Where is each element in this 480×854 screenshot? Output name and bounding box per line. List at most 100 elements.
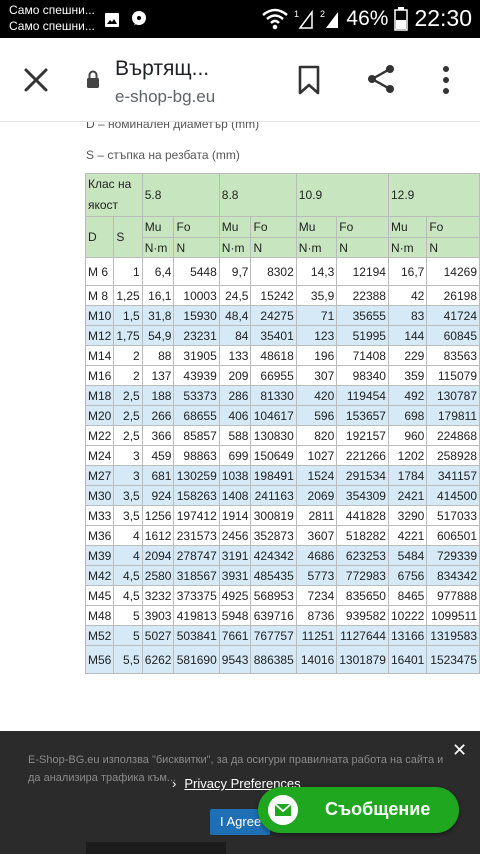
cell-pitch: 4,5: [113, 565, 143, 586]
cell-mu: 1408: [218, 485, 252, 506]
cell-fo: 231573: [173, 525, 220, 546]
cell-mu: 3290: [387, 505, 428, 526]
cell-mu: 6756: [387, 565, 428, 586]
cell-mu: 16401: [387, 645, 428, 674]
more-options-icon[interactable]: [436, 65, 456, 95]
cell-diameter: M24: [84, 445, 115, 466]
cell-mu: 209: [218, 365, 252, 386]
table-row: M48 5 3903 419813 5948 639716 8736 939582 10222 1…: [84, 605, 480, 626]
cell-fo: 606501: [426, 525, 480, 546]
page-title[interactable]: Въртящ...: [115, 57, 209, 81]
cell-fo: 43939: [173, 365, 220, 386]
cell-fo: 15242: [250, 285, 297, 306]
cell-diameter: M20: [84, 405, 115, 426]
svg-text:1: 1: [294, 9, 299, 19]
cell-diameter: M14: [84, 345, 115, 366]
table-header-row: Клас на якост 5.8 8.8 10.9 12.9: [85, 173, 480, 217]
cell-fo: 81330: [250, 385, 297, 406]
cell-mu: 2580: [141, 565, 175, 586]
cell-mu: 88: [141, 345, 175, 366]
cell-fo: 221266: [336, 445, 389, 466]
unit-mu-header: N·m: [218, 237, 252, 258]
cell-mu: 54,9: [141, 325, 175, 346]
unit-fo-header: N: [173, 237, 220, 258]
cell-mu: 7661: [218, 625, 252, 646]
close-icon[interactable]: ✕: [452, 741, 467, 759]
bookmark-icon[interactable]: [296, 65, 322, 95]
cell-fo: 623253: [336, 545, 389, 566]
cell-pitch: 4: [113, 525, 143, 546]
cell-fo: 26198: [426, 285, 480, 306]
cell-mu: 2456: [218, 525, 252, 546]
cell-fo: 639716: [250, 605, 297, 626]
cell-pitch: 1,25: [113, 285, 143, 306]
signal-sim1-icon: 1: [294, 9, 314, 29]
share-icon[interactable]: [366, 64, 396, 94]
table-row: M52 5 5027 503841 7661 767757 11251 1127644 1316…: [84, 625, 480, 646]
cell-diameter: M39: [84, 545, 115, 566]
table-row: M33 3,5 1256 197412 1914 300819 2811 441828 3290…: [84, 505, 480, 526]
cell-fo: 31905: [173, 345, 220, 366]
cell-fo: 60845: [426, 325, 480, 346]
cell-fo: 977888: [426, 585, 480, 606]
table-row: M27 3 681 130259 1038 198491 1524 291534 1784 341…: [84, 465, 480, 486]
cell-mu: 133: [218, 345, 252, 366]
cell-mu: 16,1: [141, 285, 175, 306]
cell-fo: 41724: [426, 305, 480, 326]
svg-text:2: 2: [320, 9, 325, 19]
cell-mu: 3607: [295, 525, 338, 546]
cell-fo: 318567: [173, 565, 220, 586]
cell-fo: 886385: [250, 645, 297, 674]
cell-fo: 291534: [336, 465, 389, 486]
notification-texts: Само спешни... Само спешни...: [9, 2, 95, 34]
cell-pitch: 1: [113, 257, 143, 286]
cell-mu: 1202: [387, 445, 428, 466]
cell-mu: 11251: [295, 625, 338, 646]
cell-fo: 503841: [173, 625, 220, 646]
col-fo-header: Fo: [173, 216, 220, 238]
cell-fo: 15930: [173, 305, 220, 326]
cell-mu: 229: [387, 345, 428, 366]
cell-pitch: 4: [113, 545, 143, 566]
cell-diameter: M16: [84, 365, 115, 386]
cell-fo: 10003: [173, 285, 220, 306]
class-header-cell: 10.9: [295, 173, 389, 217]
message-button[interactable]: Съобщение: [258, 787, 459, 833]
cell-fo: 35401: [250, 325, 297, 346]
unit-mu-header: N·m: [141, 237, 175, 258]
class-header-cell: 12.9: [387, 173, 480, 217]
clock: 22:30: [414, 5, 472, 31]
close-icon[interactable]: [20, 64, 52, 96]
cell-mu: 1027: [295, 445, 338, 466]
col-fo-header: Fo: [250, 216, 297, 238]
table-row: M 8 1,25 16,1 10003 24,5 15242 35,9 22388 42 2619…: [84, 285, 480, 306]
cell-mu: 596: [295, 405, 338, 426]
cell-mu: 1038: [218, 465, 252, 486]
cell-fo: 24275: [250, 305, 297, 326]
col-mu-header: Mu: [387, 216, 428, 238]
cell-mu: 3931: [218, 565, 252, 586]
cell-mu: 681: [141, 465, 175, 486]
cell-diameter: M33: [84, 505, 115, 526]
cell-mu: 188: [141, 385, 175, 406]
cell-mu: 698: [387, 405, 428, 426]
table-row: M14 2 88 31905 133 48618 196 71408 229 83563: [84, 345, 480, 366]
table-row: M39 4 2094 278747 3191 424342 4686 623253 5484 72…: [84, 545, 480, 566]
table-row: M18 2,5 188 53373 286 81330 420 119454 492 130787: [84, 385, 480, 406]
table-header-row: N·m N N·m N N·m N N·m N: [86, 237, 480, 258]
unit-fo-header: N: [336, 237, 389, 258]
cell-fo: 414500: [426, 485, 480, 506]
page-domain[interactable]: e-shop-bg.eu: [115, 87, 215, 107]
cell-diameter: M12: [84, 325, 115, 346]
cell-mu: 820: [295, 425, 338, 446]
cell-mu: 4686: [295, 545, 338, 566]
cell-diameter: M22: [84, 425, 115, 446]
cell-mu: 35,9: [295, 285, 338, 306]
cell-fo: 8302: [250, 257, 297, 286]
table-row: M30 3,5 924 158263 1408 241163 2069 354309 2421 4…: [84, 485, 480, 506]
cell-fo: 98340: [336, 365, 389, 386]
cell-mu: 83: [387, 305, 428, 326]
cell-pitch: 2,5: [113, 425, 143, 446]
col-mu-header: Mu: [141, 216, 175, 238]
cell-fo: 241163: [250, 485, 297, 506]
